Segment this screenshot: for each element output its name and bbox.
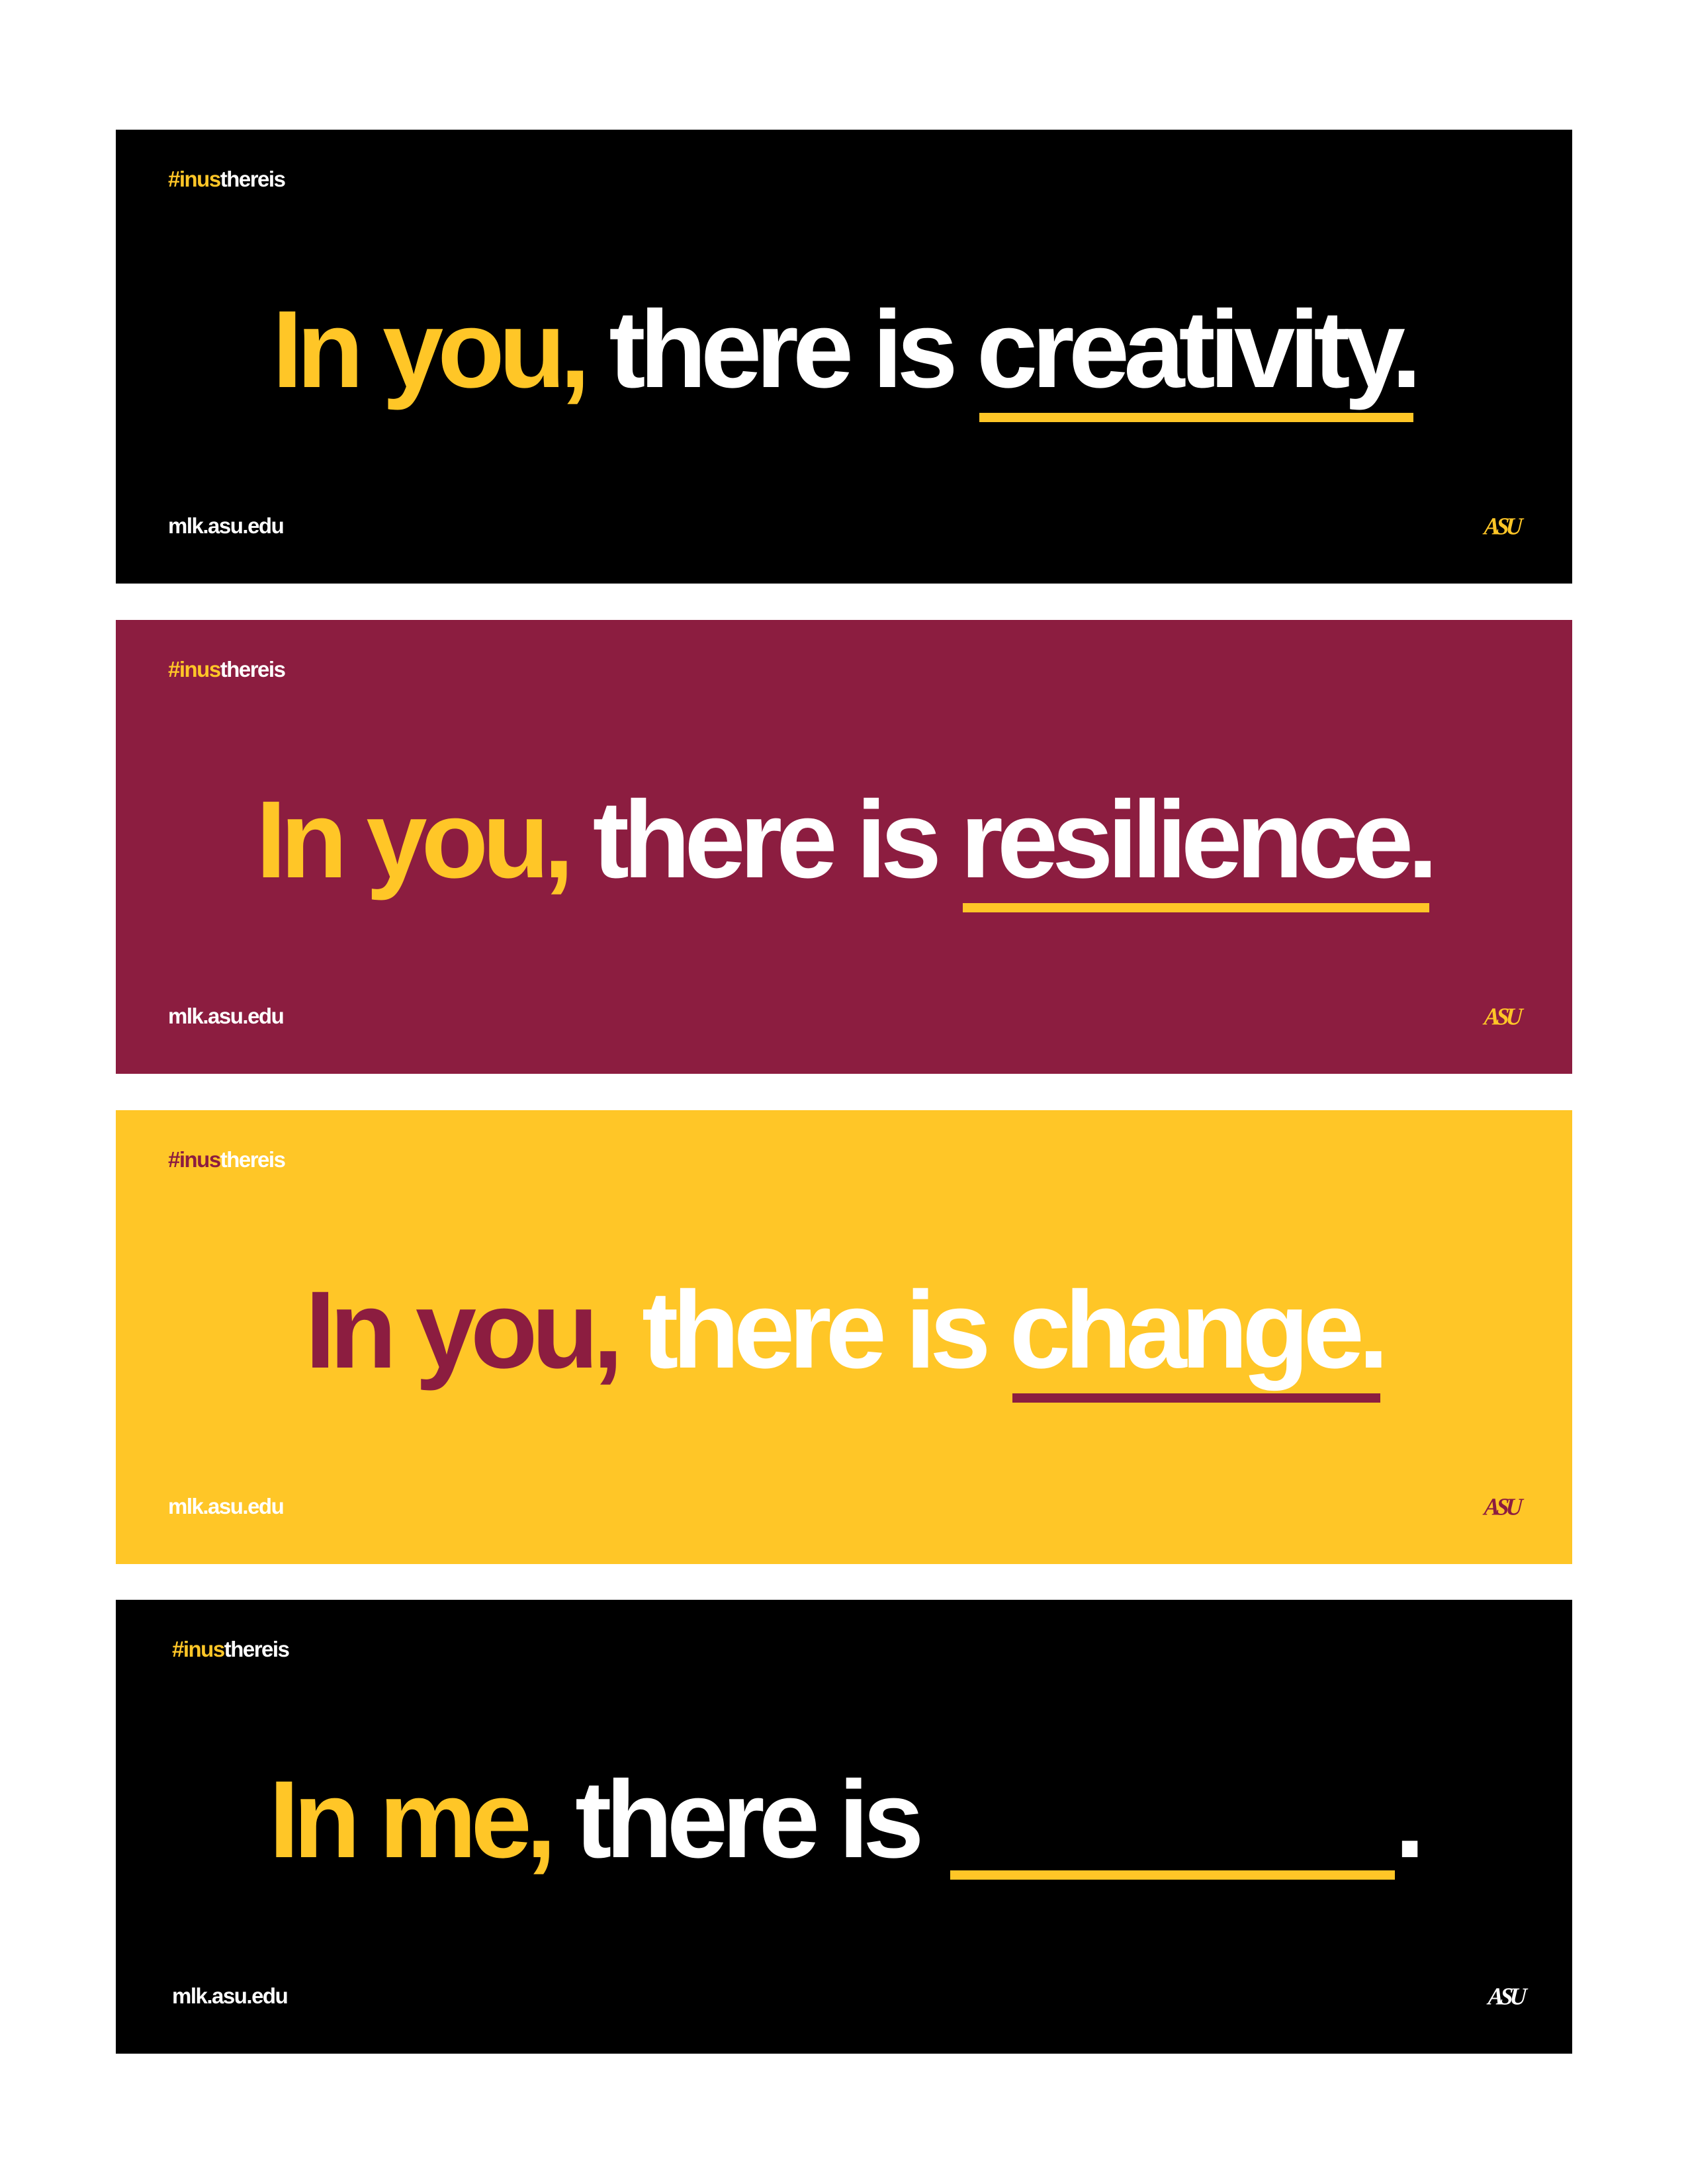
headline-lead: In you, [272, 288, 590, 411]
underline-bar [979, 413, 1413, 422]
underline-bar [1012, 1393, 1380, 1403]
hashtag: #inusthereis [172, 1637, 290, 1662]
website-url: mlk.asu.edu [168, 1004, 285, 1028]
headline-word: resilience. [960, 785, 1438, 912]
headline-lead: In me, [269, 1759, 556, 1881]
hashtag-part-1: #inus [168, 1147, 221, 1172]
hashtag-part-1: #inus [168, 657, 221, 681]
headline-word-text: change. [1009, 1269, 1389, 1391]
hashtag: #inusthereis [168, 167, 286, 192]
headline: In you, there is change. [116, 1276, 1572, 1403]
banner-resilience: #inusthereis In you, there is resilience… [116, 620, 1572, 1074]
banner-change: #inusthereis In you, there is change. ml… [116, 1110, 1572, 1564]
website-url: mlk.asu.edu [172, 1984, 289, 2008]
hashtag-part-2: thereis [224, 1637, 290, 1661]
hashtag-part-2: thereis [220, 657, 286, 681]
headline-word-text: resilience. [960, 779, 1438, 901]
banner-fill-in: #inusthereis In me, there is. mlk.asu.ed… [116, 1600, 1572, 2054]
website-url: mlk.asu.edu [168, 513, 285, 538]
headline-middle: there is [609, 288, 957, 411]
headline-lead: In you, [305, 1269, 623, 1391]
banner-creativity: #inusthereis In you, there is creativity… [116, 130, 1572, 584]
underline-bar [950, 1870, 1395, 1880]
underline-bar [963, 903, 1430, 912]
asu-logo: ASU [1483, 1003, 1521, 1030]
headline-period: . [1394, 1759, 1425, 1881]
headline: In me, there is. [116, 1765, 1572, 1880]
asu-logo: ASU [1483, 1493, 1521, 1520]
headline-middle: there is [592, 779, 942, 901]
asu-logo: ASU [1487, 1983, 1525, 2010]
fill-in-blank [950, 1856, 1395, 1880]
asu-logo: ASU [1483, 513, 1521, 540]
headline-word: change. [1010, 1276, 1389, 1403]
headline-middle: there is [642, 1269, 991, 1391]
hashtag-part-2: thereis [220, 167, 286, 191]
headline-word-text: creativity. [976, 288, 1422, 411]
hashtag: #inusthereis [168, 657, 286, 682]
headline: In you, there is creativity. [116, 295, 1572, 422]
headline-lead: In you, [255, 779, 574, 901]
headline: In you, there is resilience. [116, 785, 1572, 912]
hashtag-part-1: #inus [168, 167, 221, 191]
headline-word: creativity. [977, 295, 1422, 422]
hashtag-part-1: #inus [172, 1637, 225, 1661]
hashtag-part-2: thereis [220, 1147, 286, 1172]
headline-middle: there is [575, 1759, 924, 1881]
hashtag: #inusthereis [168, 1147, 286, 1172]
website-url: mlk.asu.edu [168, 1494, 285, 1518]
